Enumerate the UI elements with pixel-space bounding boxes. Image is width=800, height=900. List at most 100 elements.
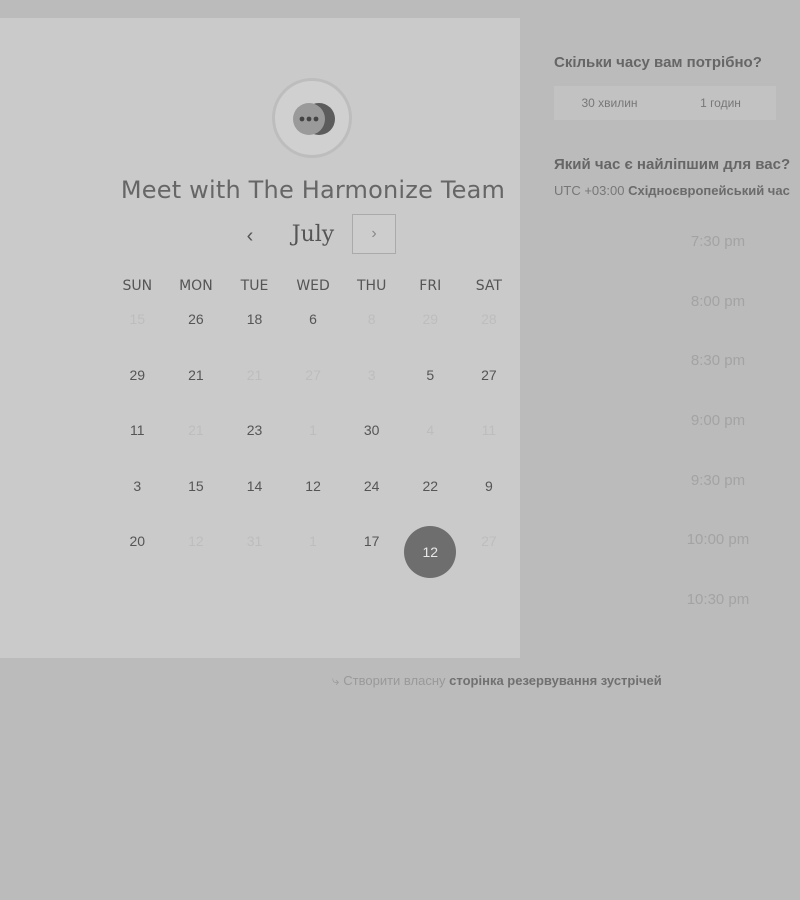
weekday-label: FRI	[419, 278, 442, 294]
calendar-day-number: 14	[246, 477, 263, 494]
calendar-day[interactable]: 11	[108, 412, 167, 468]
calendar-day[interactable]: 21	[167, 357, 226, 413]
calendar-day[interactable]: 9	[460, 468, 519, 524]
calendar-day: 3	[342, 357, 401, 413]
page-title: Meet with The Harmonize Team	[120, 176, 506, 204]
calendar-day-number: 9	[484, 477, 493, 494]
calendar-day-number: 15	[188, 477, 204, 494]
link-icon: ⤷	[332, 673, 340, 688]
calendar-day-number: 15	[129, 311, 146, 327]
calendar-day[interactable]: 30	[342, 412, 401, 468]
calendar-day-number: 29	[422, 311, 439, 327]
calendar-day: 27	[284, 357, 343, 413]
calendar-day-number: 1	[309, 533, 317, 550]
calendar-day[interactable]: 15	[167, 468, 226, 524]
calendar-day-number: 17	[363, 533, 380, 550]
time-slot[interactable]: 10:30 pm	[650, 570, 786, 630]
calendar-day: 21	[225, 357, 284, 413]
calendar-week-row: 15 26 18 6 8 29 28	[108, 301, 518, 357]
next-month-button[interactable]: ›	[352, 214, 396, 254]
calendar-day[interactable]: 24	[342, 468, 401, 524]
calendar-day: 11	[460, 412, 519, 468]
calendar-day[interactable]: 5	[401, 357, 460, 413]
calendar-day-number: 29	[129, 366, 146, 383]
calendar-day-number: 1	[309, 422, 317, 439]
calendar-day: 27	[460, 523, 519, 579]
calendar-day-number: 4	[426, 422, 435, 439]
calendar-day[interactable]: 18	[225, 301, 284, 357]
month-label: July	[291, 222, 335, 247]
calendar-day[interactable]: 20	[108, 523, 167, 579]
weekday-header: SUN MON TUE WED THU FRI SAT	[108, 278, 518, 294]
calendar-day: 29	[401, 301, 460, 357]
duration-option-30min[interactable]: 30 хвилин	[554, 86, 665, 120]
calendar-day: 1	[284, 412, 343, 468]
calendar-day-number: 30	[363, 422, 380, 439]
time-slot[interactable]: 8:30 pm	[650, 331, 786, 391]
calendar-week-row: 20 12 31 1 17 12 27	[108, 523, 518, 579]
calendar-day[interactable]: 27	[460, 357, 519, 413]
calendar-day-number: 26	[188, 311, 204, 327]
duration-option-1hour[interactable]: 1 годин	[665, 86, 776, 120]
calendar-day: 21	[167, 412, 226, 468]
chat-bubble-icon	[293, 103, 335, 135]
calendar-day-number: 31	[246, 533, 263, 550]
calendar-day-number: 23	[246, 422, 263, 439]
time-slot[interactable]: 9:30 pm	[650, 451, 786, 511]
footer-prefix: Створити власну	[343, 673, 446, 688]
footer-promo: ⤷ Створити власну сторінка резервування з…	[332, 673, 662, 689]
calendar-day-selected[interactable]: 12	[401, 523, 460, 579]
time-slot[interactable]: 10:00 pm	[650, 510, 786, 570]
timezone-selector[interactable]: UTC +03:00 Східноєвропейський час	[554, 183, 790, 198]
calendar-day[interactable]: 26	[167, 301, 226, 357]
duration-question: Скільки часу вам потрібно?	[554, 54, 762, 71]
calendar-day-number: 12	[404, 526, 457, 579]
time-slot-list: 7:30 pm 8:00 pm 8:30 pm 9:00 pm 9:30 pm …	[650, 212, 786, 630]
calendar-day[interactable]: 23	[225, 412, 284, 468]
team-avatar	[272, 78, 352, 158]
weekday-label: SUN	[122, 278, 153, 294]
calendar-day-number: 27	[481, 533, 497, 550]
footer-link[interactable]: сторінка резервування зустрічей	[449, 673, 662, 688]
calendar-day[interactable]: 6	[284, 301, 343, 357]
calendar-day: 15	[108, 301, 167, 357]
calendar-day[interactable]: 14	[225, 468, 284, 524]
calendar-week-row: 11 21 23 1 30 4 11	[108, 412, 518, 468]
calendar-day[interactable]: 12	[284, 468, 343, 524]
calendar-day-number: 21	[188, 422, 204, 439]
calendar-week-row: 3 15 14 12 24 22 9	[108, 468, 518, 524]
calendar-day-number: 5	[426, 366, 435, 383]
calendar-day[interactable]: 22	[401, 468, 460, 524]
calendar-day-number: 27	[481, 366, 497, 383]
time-slot[interactable]: 9:00 pm	[650, 391, 786, 451]
calendar-day: 31	[225, 523, 284, 579]
weekday-label: SAT	[475, 278, 502, 294]
calendar-day-number: 20	[129, 533, 146, 550]
calendar-day: 1	[284, 523, 343, 579]
calendar-day-number: 3	[133, 477, 142, 494]
calendar-day[interactable]: 17	[342, 523, 401, 579]
time-slot[interactable]: 8:00 pm	[650, 272, 786, 332]
calendar-day[interactable]: 3	[108, 468, 167, 524]
calendar-day-number: 27	[305, 366, 321, 383]
calendar-day: 12	[167, 523, 226, 579]
calendar-day: 8	[342, 301, 401, 357]
timezone-offset: UTC +03:00	[554, 183, 625, 198]
weekday-label: THU	[357, 278, 387, 294]
duration-selector: 30 хвилин 1 годин	[554, 86, 776, 120]
time-question: Який час є найліпшим для вас?	[554, 156, 791, 173]
calendar-grid: SUN MON TUE WED THU FRI SAT 15 26 18 6 8 29 28…	[108, 278, 518, 579]
calendar-day-number: 12	[305, 477, 321, 494]
month-navigation: ‹ July ›	[0, 214, 626, 258]
time-slot[interactable]: 7:30 pm	[650, 212, 786, 272]
calendar-day-number: 12	[188, 533, 204, 550]
calendar-day: 4	[401, 412, 460, 468]
calendar-day-number: 6	[309, 311, 317, 327]
calendar-day[interactable]: 29	[108, 357, 167, 413]
calendar-day-number: 28	[481, 311, 497, 327]
calendar-week-row: 29 21 21 27 3 5 27	[108, 357, 518, 413]
prev-month-button[interactable]: ‹	[234, 220, 266, 252]
calendar-weeks: 15 26 18 6 8 29 28 29 21 21 27 3 5 27 11 21 23 1 30 4 11 3 15 1…	[108, 301, 518, 579]
timezone-name: Східноєвропейський час	[628, 183, 790, 198]
calendar-day-number: 18	[246, 311, 263, 327]
